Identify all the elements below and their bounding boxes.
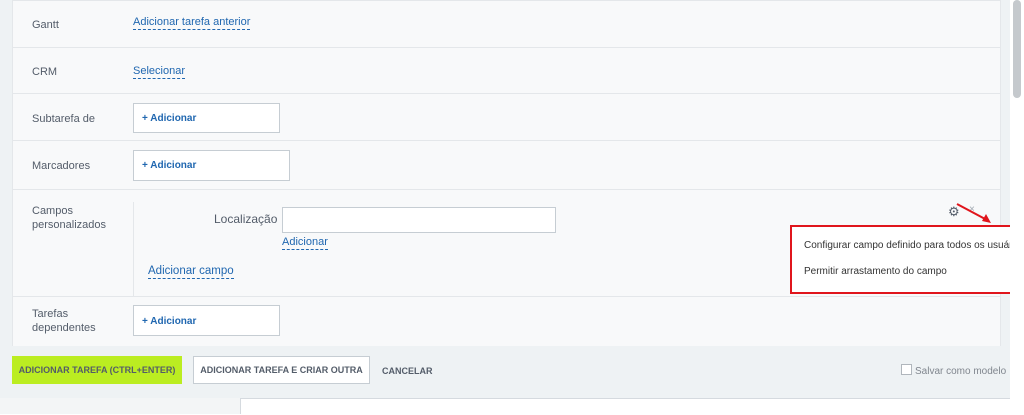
column-divider <box>133 202 134 296</box>
field-settings-menu: Configurar campo definido para todos os … <box>790 225 1024 294</box>
menu-item-allow-drag[interactable]: Permitir arrastamento do campo <box>804 266 947 277</box>
menu-item-configure-for-all[interactable]: Configurar campo definido para todos os … <box>804 240 1024 251</box>
scrollbar-thumb[interactable] <box>1013 0 1021 98</box>
tags-row: Marcadores + Adicionar <box>12 140 1000 190</box>
add-task-button[interactable]: ADICIONAR TAREFA (CTRL+ENTER) <box>12 356 182 384</box>
crm-select-link[interactable]: Selecionar <box>133 65 185 79</box>
add-previous-task-link[interactable]: Adicionar tarefa anterior <box>133 16 251 30</box>
add-task-and-create-another-button[interactable]: ADICIONAR TAREFA E CRIAR OUTRA <box>193 356 370 384</box>
dependent-label-line1: Tarefas <box>32 308 69 320</box>
dependent-add-label: + Adicionar <box>142 316 197 327</box>
subtask-add-button[interactable]: + Adicionar <box>133 103 280 133</box>
custom-fields-label-line1: Campos <box>32 205 73 217</box>
dependent-label-line2: dependentes <box>32 322 96 334</box>
add-custom-field-link[interactable]: Adicionar campo <box>148 265 234 279</box>
save-template-checkbox[interactable] <box>901 364 912 375</box>
tags-add-button[interactable]: + Adicionar <box>133 150 290 181</box>
gantt-label: Gantt <box>32 19 59 31</box>
tags-add-label: + Adicionar <box>142 160 197 171</box>
custom-fields-label-line2: personalizados <box>32 219 106 231</box>
red-arrow-annotation <box>956 203 991 223</box>
subtask-row: Subtarefa de + Adicionar <box>12 93 1000 141</box>
save-as-template[interactable]: Salvar como modelo <box>901 364 1006 377</box>
subtask-label: Subtarefa de <box>32 113 95 125</box>
crm-row: CRM Selecionar <box>12 47 1000 94</box>
location-field-label: Localização <box>214 212 278 226</box>
location-input[interactable] <box>282 207 556 233</box>
gantt-row: Gantt Adicionar tarefa anterior <box>12 0 1000 48</box>
crm-label: CRM <box>32 66 58 78</box>
bottom-tab <box>0 398 241 414</box>
save-template-label: Salvar como modelo <box>915 366 1007 377</box>
cancel-button[interactable]: CANCELAR <box>382 366 433 376</box>
dependent-tasks-row: Tarefas dependentes + Adicionar <box>12 296 1000 347</box>
subtask-add-label: + Adicionar <box>142 113 197 124</box>
location-add-link[interactable]: Adicionar <box>282 236 328 250</box>
tags-label: Marcadores <box>32 160 91 172</box>
dependent-add-button[interactable]: + Adicionar <box>133 305 280 336</box>
